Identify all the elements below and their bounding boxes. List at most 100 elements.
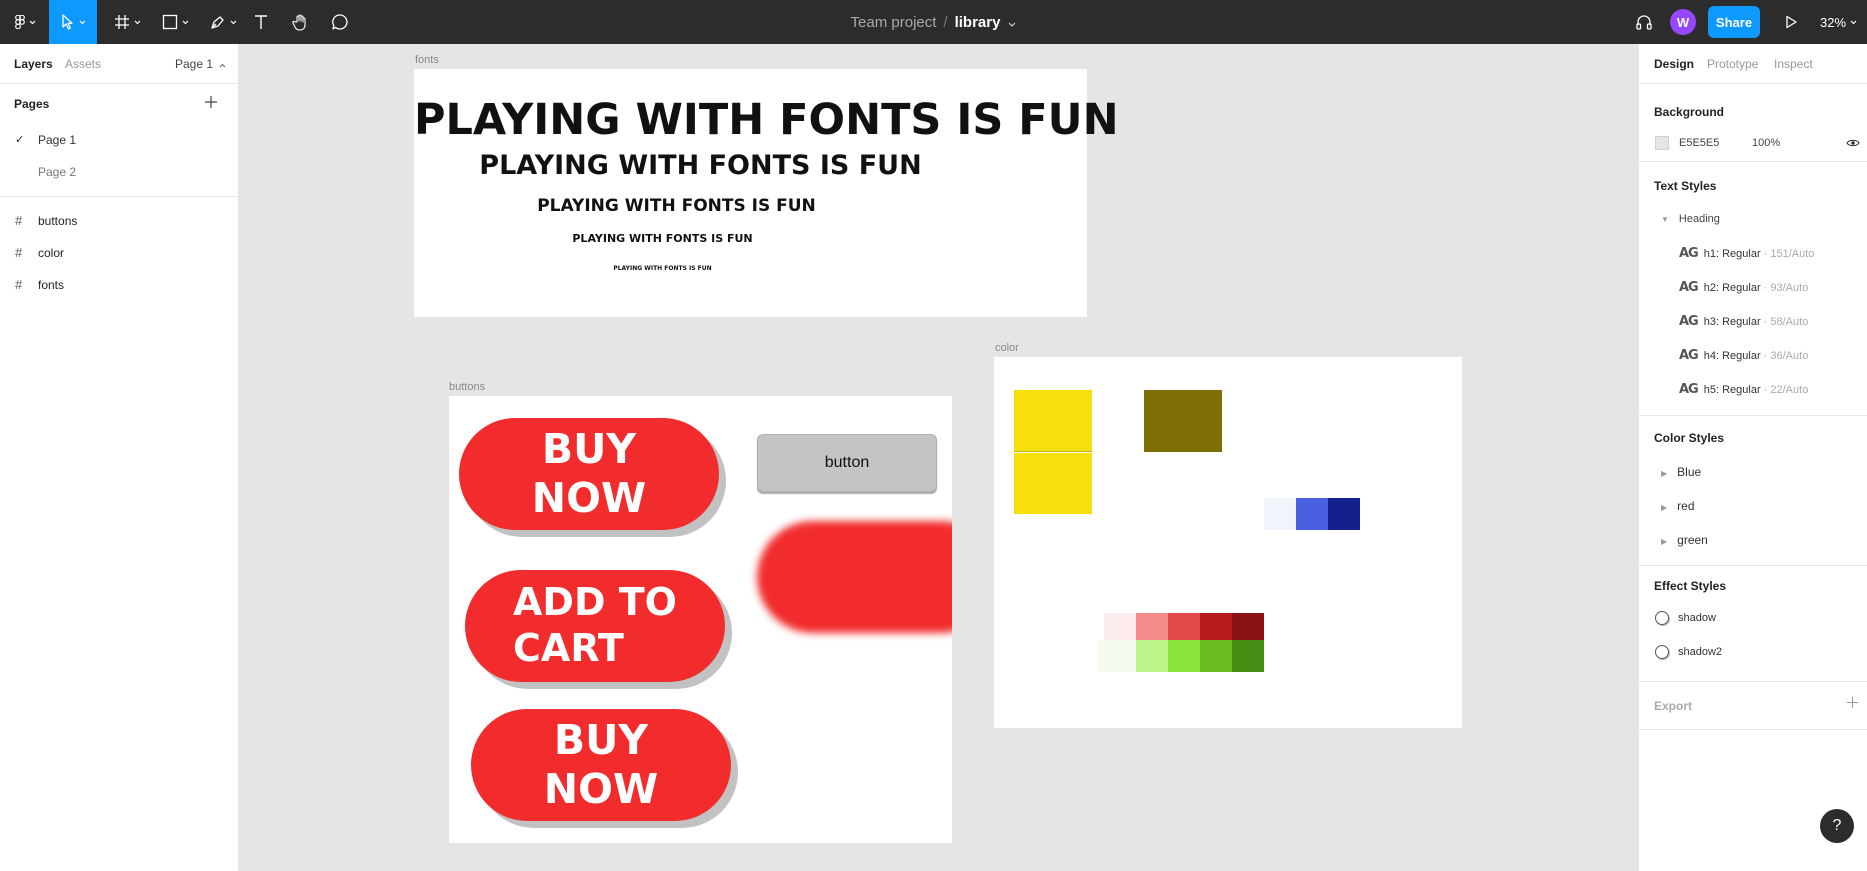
swatch-red-1[interactable] — [1104, 613, 1136, 640]
plain-button[interactable]: button — [757, 434, 937, 492]
color-style-green[interactable]: ▶ green — [1661, 533, 1708, 547]
toolbar: Team project / library W Share 32% — [0, 0, 1867, 44]
fonts-frame[interactable]: PLAYING WITH FONTS IS FUN PLAYING WITH F… — [414, 69, 1119, 317]
share-button[interactable]: Share — [1708, 6, 1760, 38]
swatch-green-4[interactable] — [1200, 640, 1232, 672]
swatch-green-5[interactable] — [1232, 640, 1264, 672]
headphones-icon — [1636, 15, 1652, 30]
text-style-h2[interactable]: AG h2: Regular · 93/Auto — [1679, 280, 1808, 295]
cursor-icon — [61, 14, 73, 30]
swatch-green-2[interactable] — [1136, 640, 1168, 672]
frame-icon — [114, 15, 129, 29]
color-style-red[interactable]: ▶ red — [1661, 499, 1695, 513]
swatch-blue-light[interactable] — [1264, 498, 1296, 530]
text-style-group-heading[interactable]: ▼ Heading — [1661, 213, 1720, 225]
tab-inspect[interactable]: Inspect — [1774, 57, 1813, 71]
text-style-h3[interactable]: AG h3: Regular · 58/Auto — [1679, 314, 1808, 329]
text-style-icon: AG — [1679, 314, 1699, 329]
effect-style-shadow[interactable]: shadow — [1655, 611, 1716, 625]
text-style-name: h1: Regular — [1703, 248, 1761, 260]
text-style-h4[interactable]: AG h4: Regular · 36/Auto — [1679, 348, 1808, 363]
effect-style-shadow2[interactable]: shadow2 — [1655, 645, 1722, 659]
swatch-blue-mid[interactable] — [1296, 498, 1328, 530]
font-sample-h3[interactable]: PLAYING WITH FONTS IS FUN — [340, 196, 1013, 216]
page-item-1[interactable]: ✓ Page 1 — [0, 124, 238, 156]
swatch-red-2[interactable] — [1136, 613, 1168, 640]
plus-icon — [1847, 697, 1858, 708]
swatch-red-4[interactable] — [1200, 613, 1232, 640]
effect-styles-title: Effect Styles — [1654, 579, 1727, 593]
layer-color[interactable]: # color — [0, 237, 238, 269]
frame-hash-icon: # — [15, 213, 23, 228]
swatch-green-1[interactable] — [1098, 640, 1136, 672]
swatch-olive[interactable] — [1144, 390, 1222, 452]
tab-assets[interactable]: Assets — [65, 57, 101, 71]
tab-layers[interactable]: Layers — [14, 57, 53, 71]
font-sample-h4[interactable]: PLAYING WITH FONTS IS FUN — [326, 232, 999, 245]
pen-icon — [210, 16, 224, 29]
color-style-label: Blue — [1677, 465, 1702, 479]
page-item-2[interactable]: Page 2 — [0, 156, 238, 188]
page-selector[interactable]: Page 1 — [175, 57, 226, 71]
buy-now-button-2[interactable]: BUY NOW — [471, 709, 731, 821]
swatch-green-3[interactable] — [1168, 640, 1200, 672]
buy-now-button[interactable]: BUY NOW — [459, 418, 719, 530]
title-separator: / — [943, 13, 948, 31]
comment-tool-button[interactable] — [328, 0, 352, 44]
background-opacity[interactable]: 100% — [1752, 137, 1780, 149]
frame-label-color[interactable]: color — [995, 342, 1019, 354]
text-style-name: h4: Regular — [1703, 350, 1761, 362]
chevron-down-icon — [29, 20, 35, 24]
zoom-menu[interactable]: 32% — [1820, 0, 1857, 44]
background-color-chip[interactable] — [1655, 136, 1669, 150]
effect-style-label: shadow — [1678, 612, 1716, 624]
main-menu-button[interactable] — [8, 0, 42, 44]
move-tool-button[interactable] — [49, 0, 97, 44]
font-sample-h2[interactable]: PLAYING WITH FONTS IS FUN — [364, 150, 1037, 181]
tab-design[interactable]: Design — [1654, 57, 1694, 71]
color-style-blue[interactable]: ▶ Blue — [1661, 465, 1701, 479]
frame-tool-button[interactable] — [107, 0, 147, 44]
background-hex[interactable]: E5E5E5 — [1679, 137, 1719, 149]
shape-tool-button[interactable] — [155, 0, 195, 44]
chevron-right-icon: ▶ — [1661, 503, 1668, 512]
present-button[interactable] — [1780, 0, 1802, 44]
swatch-yellow-top[interactable] — [1014, 390, 1092, 452]
swatch-yellow-bottom[interactable] — [1014, 453, 1092, 514]
pen-tool-button[interactable] — [203, 0, 243, 44]
text-style-h5[interactable]: AG h5: Regular · 22/Auto — [1679, 382, 1808, 397]
layer-buttons[interactable]: # buttons — [0, 205, 238, 237]
frame-label-buttons[interactable]: buttons — [449, 381, 485, 393]
font-sample-h5[interactable]: PLAYING WITH FONTS IS FUN — [326, 265, 999, 272]
project-name[interactable]: Team project — [851, 14, 937, 31]
swatch-red-5[interactable] — [1232, 613, 1264, 640]
layer-label: fonts — [38, 278, 65, 292]
add-export-button[interactable] — [1847, 695, 1858, 713]
visibility-toggle[interactable] — [1846, 136, 1860, 151]
text-style-h1[interactable]: AG h1: Regular · 151/Auto — [1679, 246, 1814, 261]
text-tool-button[interactable] — [250, 0, 272, 44]
add-page-button[interactable] — [205, 92, 217, 113]
layer-fonts[interactable]: # fonts — [0, 269, 238, 301]
canvas[interactable]: fonts PLAYING WITH FONTS IS FUN PLAYING … — [240, 44, 1638, 871]
text-styles-section: Text Styles ▼ Heading AG h1: Regular · 151… — [1639, 162, 1867, 416]
color-frame[interactable] — [994, 357, 1462, 728]
file-name[interactable]: library — [955, 14, 1001, 31]
user-avatar[interactable]: W — [1670, 9, 1696, 35]
audio-button[interactable] — [1631, 0, 1657, 44]
add-to-cart-button[interactable]: ADD TO CART — [465, 570, 725, 682]
frame-label-fonts[interactable]: fonts — [415, 54, 439, 66]
export-title: Export — [1654, 699, 1693, 713]
text-style-icon: AG — [1679, 280, 1699, 295]
swatch-red-3[interactable] — [1168, 613, 1200, 640]
blurred-button[interactable] — [757, 521, 952, 633]
tab-prototype[interactable]: Prototype — [1707, 57, 1758, 71]
buttons-frame[interactable]: BUY NOW ADD TO CART BUY NOW button — [449, 396, 952, 843]
button-line: NOW — [531, 474, 647, 522]
effect-styles-section: Effect Styles shadow shadow2 — [1639, 566, 1867, 682]
help-button[interactable]: ? — [1820, 809, 1854, 843]
font-sample-h1[interactable]: PLAYING WITH FONTS IS FUN — [414, 95, 1119, 145]
hand-tool-button[interactable] — [289, 0, 313, 44]
swatch-blue-dark[interactable] — [1328, 498, 1360, 530]
file-menu-button[interactable] — [1008, 14, 1016, 31]
